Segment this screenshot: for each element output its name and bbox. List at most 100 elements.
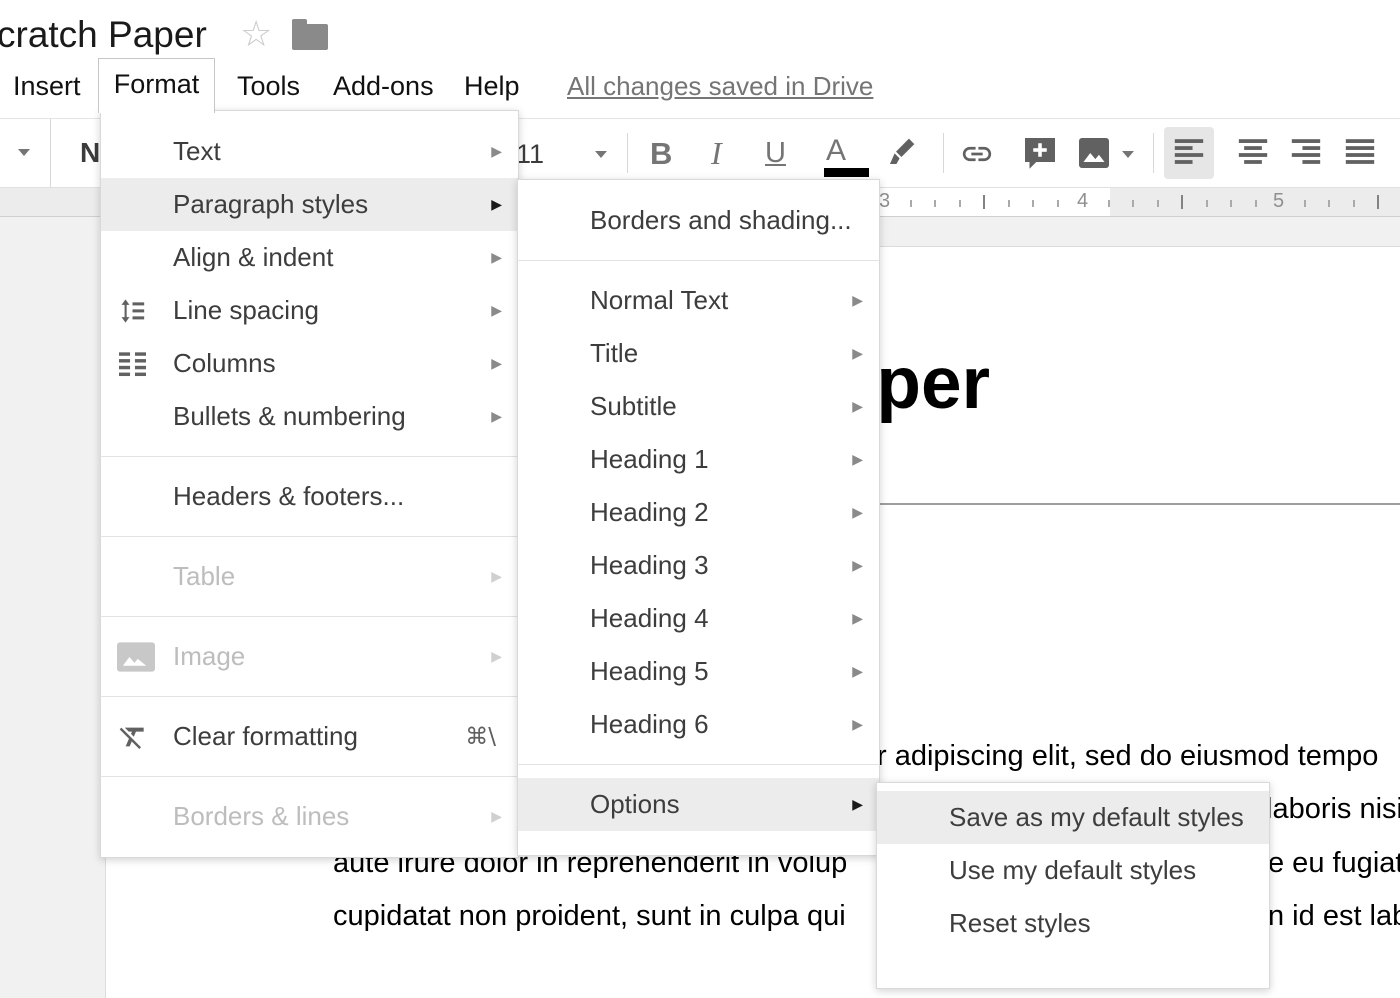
toolbar-separator: [627, 133, 628, 173]
insert-comment-icon[interactable]: [1022, 135, 1058, 176]
ruler-tick: [1230, 200, 1232, 207]
save-status-link[interactable]: All changes saved in Drive: [567, 71, 873, 102]
ruler-tick: [1255, 200, 1257, 207]
align-justify-icon: [1345, 138, 1375, 169]
menubar-item-tools[interactable]: Tools: [237, 71, 300, 102]
align-justify-button[interactable]: [1335, 127, 1385, 179]
document-heading-fragment: per: [876, 342, 990, 425]
ruler-tick: [1304, 200, 1306, 207]
submenu-arrow-icon: ▶: [852, 451, 863, 468]
clear-formatting-icon: [117, 721, 149, 753]
menu-item-label: Image: [173, 641, 245, 672]
columns-icon: [117, 350, 148, 377]
format-menu-item-bullets-numbering[interactable]: Bullets & numbering ▶: [101, 390, 518, 443]
submenu-arrow-icon: ▶: [852, 292, 863, 309]
submenu-arrow-icon: ▶: [852, 610, 863, 627]
bold-button[interactable]: B: [650, 136, 672, 172]
options-menu-item-reset-styles[interactable]: Reset styles: [877, 897, 1269, 950]
image-disabled-icon: [117, 642, 155, 672]
ruler-tick: [1206, 200, 1208, 207]
options-menu-item-use-my-default-styles[interactable]: Use my default styles: [877, 844, 1269, 897]
submenu-arrow-icon: ▶: [852, 345, 863, 362]
paragraph-styles-item-normal-text[interactable]: Normal Text ▶: [518, 274, 879, 327]
menu-separator: [101, 536, 518, 537]
insert-link-icon[interactable]: [960, 137, 994, 176]
format-menu-item-line-spacing[interactable]: Line spacing▶: [101, 284, 518, 337]
paragraph-styles-item-title[interactable]: Title▶: [518, 327, 879, 380]
underline-button[interactable]: U: [765, 137, 786, 170]
align-right-icon: [1291, 138, 1321, 169]
star-outline-icon[interactable]: ☆: [240, 16, 272, 52]
text-color-button[interactable]: A: [826, 134, 846, 168]
insert-image-icon[interactable]: [1076, 135, 1112, 176]
document-text-line: e eu fugiat n: [1268, 847, 1400, 880]
menu-item-label: Heading 6: [590, 709, 709, 740]
caret-down-icon[interactable]: [18, 149, 30, 156]
menu-item-label: Table: [173, 561, 235, 592]
format-menu-item-headers-footers[interactable]: Headers & footers...: [101, 470, 518, 523]
menu-item-label: Text: [173, 136, 221, 167]
document-text-line: n id est labo: [1268, 900, 1400, 933]
paragraph-styles-item-heading-6[interactable]: Heading 6▶: [518, 698, 879, 751]
paragraph-style-selector[interactable]: N: [80, 137, 100, 169]
paragraph-styles-item-heading-5[interactable]: Heading 5▶: [518, 645, 879, 698]
text-color-swatch: [824, 168, 869, 177]
menubar-item-addons[interactable]: Add-ons: [333, 71, 434, 102]
ruler-tick: [959, 200, 961, 207]
menu-item-label: Borders and shading...: [590, 205, 852, 236]
paragraph-styles-submenu: Borders and shading...Normal Text▶Title▶…: [517, 179, 880, 856]
format-menu-item-paragraph-styles[interactable]: Paragraph styles▶: [101, 178, 518, 231]
submenu-arrow-icon: ▶: [491, 408, 502, 425]
paragraph-styles-item-options[interactable]: Options▶: [518, 778, 879, 831]
format-menu-item-text[interactable]: Text▶: [101, 125, 518, 178]
paragraph-styles-item-heading-4[interactable]: Heading 4▶: [518, 592, 879, 645]
paragraph-styles-item-heading-1[interactable]: Heading 1▶: [518, 433, 879, 486]
menu-item-label: Bullets & numbering: [173, 401, 406, 432]
ruler-tick: [1328, 200, 1330, 207]
menu-item-shortcut: ⌘\: [465, 724, 502, 750]
paragraph-styles-item-heading-2[interactable]: Heading 2▶: [518, 486, 879, 539]
caret-down-icon[interactable]: [1122, 151, 1134, 158]
ruler-tick: [934, 200, 936, 207]
format-menu-item-align-indent[interactable]: Align & indent▶: [101, 231, 518, 284]
menubar-item-format[interactable]: Format: [98, 58, 215, 113]
format-menu-item-clear-formatting[interactable]: Clear formatting ⌘\: [101, 710, 518, 763]
menu-item-label: Clear formatting: [173, 721, 358, 752]
menu-separator: [101, 696, 518, 697]
menu-separator: [101, 456, 518, 457]
ruler-tick: [1032, 200, 1034, 207]
ruler-tick: [1181, 195, 1183, 209]
font-size-value[interactable]: 11: [516, 139, 544, 170]
menu-separator: [101, 616, 518, 617]
menu-item-label: Heading 3: [590, 550, 709, 581]
caret-down-icon[interactable]: [595, 151, 607, 158]
document-text-line: r adipiscing elit, sed do eiusmod tempo: [877, 740, 1378, 773]
menu-item-label: Normal Text: [590, 285, 728, 316]
paint-format-icon[interactable]: [884, 135, 918, 174]
folder-icon[interactable]: [292, 24, 328, 50]
submenu-arrow-icon: ▶: [852, 398, 863, 415]
italic-button[interactable]: I: [711, 135, 722, 172]
align-right-button[interactable]: [1281, 127, 1331, 179]
menu-item-label: Headers & footers...: [173, 481, 404, 512]
menu-item-label: Line spacing: [173, 295, 319, 326]
ruler-tick: [1353, 200, 1355, 207]
ruler-tick: [910, 200, 912, 207]
document-title[interactable]: cratch Paper: [0, 14, 207, 56]
options-submenu: Save as my default stylesUse my default …: [876, 782, 1270, 989]
paragraph-styles-item-subtitle[interactable]: Subtitle▶: [518, 380, 879, 433]
align-left-button[interactable]: [1164, 127, 1214, 179]
menu-separator: [101, 776, 518, 777]
menubar-item-insert[interactable]: Insert: [13, 71, 81, 102]
submenu-arrow-icon: ▶: [491, 648, 502, 665]
paragraph-styles-item-borders-and-shading[interactable]: Borders and shading...: [518, 194, 879, 247]
menubar-item-help[interactable]: Help: [464, 71, 520, 102]
toolbar-separator: [1153, 133, 1154, 173]
paragraph-styles-item-heading-3[interactable]: Heading 3▶: [518, 539, 879, 592]
format-menu-item-columns[interactable]: Columns▶: [101, 337, 518, 390]
ruler-number: 3: [879, 190, 890, 213]
submenu-arrow-icon: ▶: [491, 249, 502, 266]
options-menu-item-save-as-my-default-styles[interactable]: Save as my default styles: [877, 791, 1269, 844]
ruler-tick: [1377, 195, 1379, 209]
align-center-button[interactable]: [1228, 127, 1278, 179]
